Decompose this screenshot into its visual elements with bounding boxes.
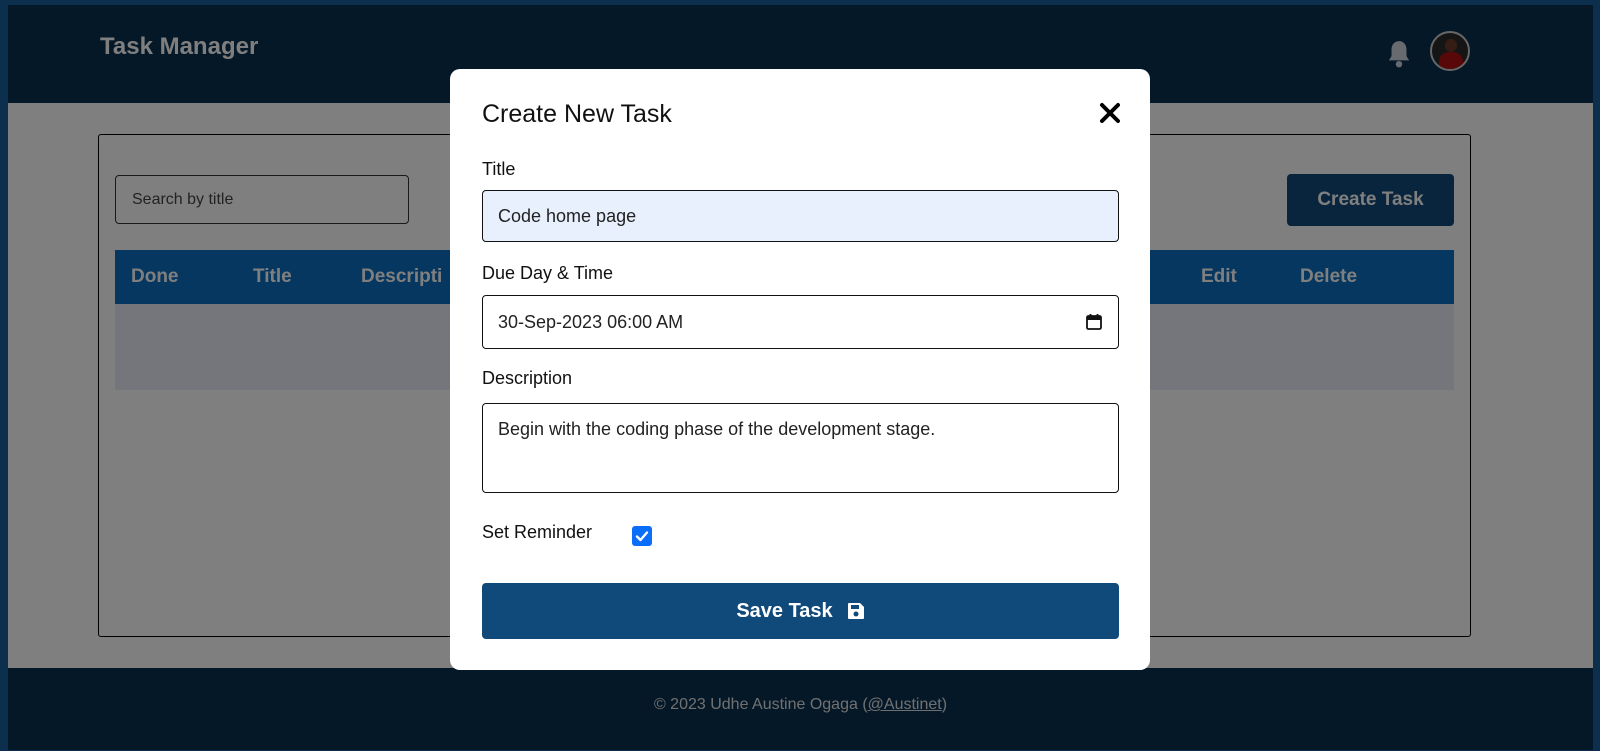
reminder-checkbox[interactable] [632, 526, 652, 546]
reminder-label: Set Reminder [482, 522, 593, 542]
create-task-modal: Create New Task Title Due Day & Time 30-… [450, 69, 1150, 670]
title-input[interactable] [482, 190, 1119, 242]
due-datetime-input[interactable]: 30-Sep-2023 06:00 AM [482, 295, 1119, 349]
save-task-label: Save Task [736, 599, 833, 622]
description-input[interactable]: Begin with the coding phase of the devel… [482, 403, 1119, 493]
due-datetime-value: 30-Sep-2023 06:00 AM [498, 311, 684, 332]
save-task-button[interactable]: Save Task [482, 583, 1119, 639]
title-label: Title [482, 159, 516, 179]
checkmark-icon [635, 531, 649, 542]
floppy-disk-icon [847, 603, 864, 619]
description-label: Description [482, 368, 573, 388]
close-icon[interactable] [1098, 101, 1122, 125]
due-label: Due Day & Time [482, 263, 614, 283]
calendar-icon[interactable] [1085, 313, 1103, 331]
modal-title: Create New Task [482, 100, 672, 128]
